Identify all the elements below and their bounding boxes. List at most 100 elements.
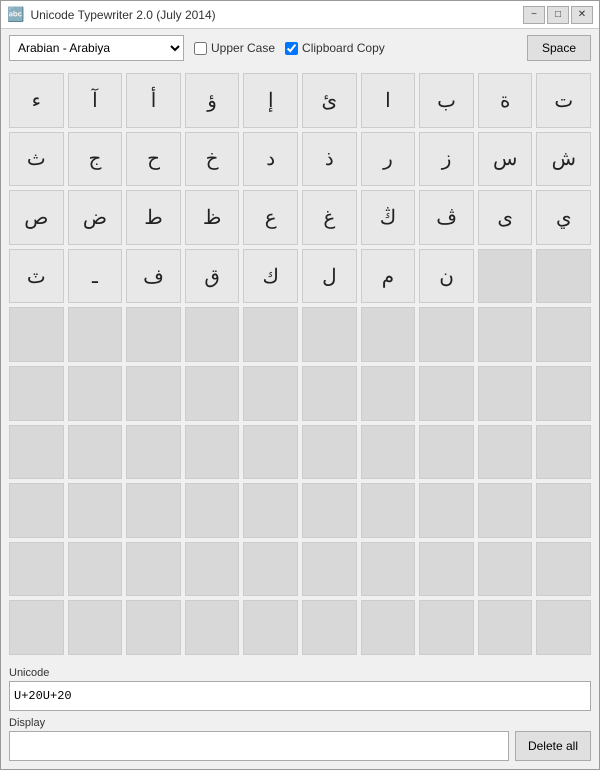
char-cell[interactable]: ا (361, 73, 416, 128)
char-cell (419, 425, 474, 480)
char-cell[interactable]: ء (9, 73, 64, 128)
uppercase-label[interactable]: Upper Case (211, 41, 275, 55)
char-cell[interactable]: ش (536, 132, 591, 187)
char-cell (126, 483, 181, 538)
uppercase-checkbox[interactable] (194, 42, 207, 55)
char-cell (243, 542, 298, 597)
char-cell[interactable]: ي (536, 190, 591, 245)
char-cell (126, 542, 181, 597)
char-cell (185, 366, 240, 421)
char-cell (243, 366, 298, 421)
char-cell (9, 425, 64, 480)
char-cell (478, 483, 533, 538)
char-cell[interactable]: ظ (185, 190, 240, 245)
char-cell (536, 366, 591, 421)
char-cell (302, 483, 357, 538)
char-cell[interactable]: ذ (302, 132, 357, 187)
char-cell (361, 366, 416, 421)
char-cell (478, 425, 533, 480)
display-input[interactable] (9, 731, 509, 761)
char-cell (419, 483, 474, 538)
char-cell (126, 366, 181, 421)
char-cell[interactable]: ب (419, 73, 474, 128)
char-cell[interactable]: ـ (68, 249, 123, 304)
char-cell[interactable]: خ (185, 132, 240, 187)
minimize-button[interactable]: − (523, 6, 545, 24)
unicode-label: Unicode (9, 667, 591, 679)
char-cell (536, 483, 591, 538)
char-cell[interactable]: ح (126, 132, 181, 187)
char-cell (9, 366, 64, 421)
char-cell[interactable]: ث (9, 132, 64, 187)
char-cell[interactable]: ة (478, 73, 533, 128)
clipboard-group: Clipboard Copy (285, 41, 385, 55)
title-bar-left: 🔤 Unicode Typewriter 2.0 (July 2014) (7, 6, 216, 23)
char-cell (419, 307, 474, 362)
char-cell[interactable]: ز (419, 132, 474, 187)
char-cell (302, 425, 357, 480)
char-cell[interactable]: غ (302, 190, 357, 245)
char-cell (243, 483, 298, 538)
char-cell[interactable]: ت (536, 73, 591, 128)
char-cell (68, 425, 123, 480)
char-cell (361, 425, 416, 480)
char-cell[interactable]: ض (68, 190, 123, 245)
char-cell[interactable]: د (243, 132, 298, 187)
delete-all-button[interactable]: Delete all (515, 731, 591, 761)
char-cell[interactable]: ك (243, 249, 298, 304)
char-cell[interactable]: ن (419, 249, 474, 304)
char-cell (9, 542, 64, 597)
toolbar: Arabian - ArabiyaLatinGreekCyrillic Uppe… (1, 29, 599, 67)
window-title: Unicode Typewriter 2.0 (July 2014) (30, 8, 215, 22)
char-cell[interactable]: ٽ (9, 249, 64, 304)
char-cell[interactable]: ڤ (419, 190, 474, 245)
char-cell[interactable]: ل (302, 249, 357, 304)
bottom-section: Unicode Display Delete all (1, 661, 599, 769)
char-cell[interactable]: ى (478, 190, 533, 245)
char-cell[interactable]: ر (361, 132, 416, 187)
char-cell[interactable]: ف (126, 249, 181, 304)
space-button[interactable]: Space (527, 35, 591, 61)
char-cell (243, 307, 298, 362)
char-cell[interactable]: ڭ (361, 190, 416, 245)
unicode-input[interactable] (9, 681, 591, 711)
char-cell (478, 366, 533, 421)
char-cell[interactable]: أ (126, 73, 181, 128)
char-cell (478, 249, 533, 304)
char-cell (126, 425, 181, 480)
char-cell[interactable]: ص (9, 190, 64, 245)
clipboard-label[interactable]: Clipboard Copy (302, 41, 385, 55)
char-cell[interactable]: ؤ (185, 73, 240, 128)
char-cell (9, 307, 64, 362)
char-cell (361, 483, 416, 538)
char-cell (536, 425, 591, 480)
char-cell (536, 542, 591, 597)
char-cell[interactable]: ع (243, 190, 298, 245)
char-cell (478, 307, 533, 362)
char-cell (419, 542, 474, 597)
char-cell (185, 307, 240, 362)
close-button[interactable]: ✕ (571, 6, 593, 24)
char-cell (302, 542, 357, 597)
char-cell[interactable]: ق (185, 249, 240, 304)
char-cell (185, 425, 240, 480)
char-cell[interactable]: ئ (302, 73, 357, 128)
char-cell[interactable]: ج (68, 132, 123, 187)
char-cell[interactable]: س (478, 132, 533, 187)
char-cell (243, 425, 298, 480)
char-cell (68, 307, 123, 362)
char-cell (185, 542, 240, 597)
char-cell (302, 366, 357, 421)
display-label: Display (9, 717, 591, 729)
char-cell (68, 483, 123, 538)
char-cell (536, 307, 591, 362)
char-cell[interactable]: م (361, 249, 416, 304)
script-dropdown[interactable]: Arabian - ArabiyaLatinGreekCyrillic (9, 35, 184, 61)
char-cell[interactable]: إ (243, 73, 298, 128)
char-cell[interactable]: ط (126, 190, 181, 245)
char-cell (68, 366, 123, 421)
clipboard-checkbox[interactable] (285, 42, 298, 55)
char-cell[interactable]: آ (68, 73, 123, 128)
maximize-button[interactable]: □ (547, 6, 569, 24)
char-cell (68, 542, 123, 597)
